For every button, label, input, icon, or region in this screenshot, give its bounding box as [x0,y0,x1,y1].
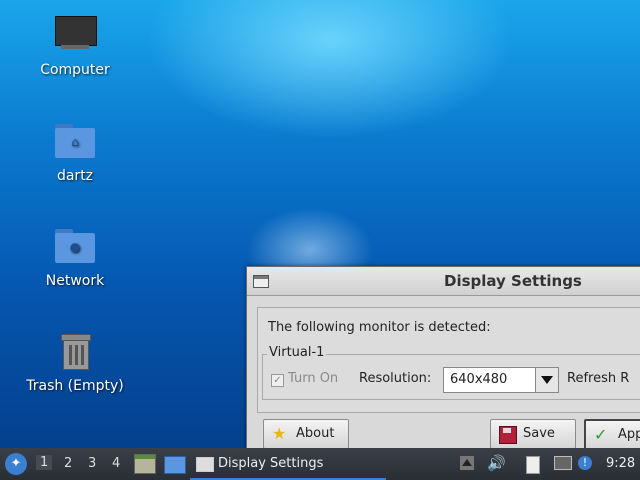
save-label: Save [523,426,555,441]
dialog-button-row: ★ About Save ✓ App [247,419,640,451]
resolution-select[interactable]: 640x480 [443,367,559,393]
monitor-name: Virtual-1 [267,345,327,360]
desktop-icon-label: Computer [40,62,110,78]
workspace-3-button[interactable]: 3 [88,456,96,471]
checkmark-icon: ✓ [271,374,284,387]
eject-icon[interactable] [460,456,474,470]
monitor-icon [53,14,97,58]
dialog-title: Display Settings [444,272,582,290]
file-manager-launcher-icon[interactable] [134,454,156,474]
start-menu-icon[interactable]: ✦ [5,453,27,475]
desktop-icon-trash[interactable]: Trash (Empty) [25,330,125,394]
desktop-icon-computer[interactable]: Computer [25,14,125,78]
taskbar: ✦ 1 2 3 4 Display Settings 🔊 ! 9:28 [0,448,640,480]
monitor-group: Virtual-1 ✓ Turn On Resolution: 640x480 R… [262,345,640,400]
dialog-titlebar[interactable]: Display Settings [247,267,640,296]
save-button[interactable]: Save [490,419,576,449]
dropdown-button[interactable] [535,368,558,392]
check-icon: ✓ [594,425,608,444]
clipboard-icon[interactable] [526,456,540,474]
dialog-body: The following monitor is detected: Virtu… [257,307,640,413]
desktop-icon-home[interactable]: ⌂ dartz [25,120,125,184]
resolution-label: Resolution: [359,371,432,386]
network-icon[interactable] [554,456,572,470]
resolution-value: 640x480 [450,372,508,387]
network-folder-icon: ● [53,225,97,269]
apply-label: App [618,427,640,442]
desktop-icon-network[interactable]: ● Network [25,225,125,289]
turn-on-checkbox[interactable]: ✓ Turn On [271,371,338,387]
display-settings-dialog: Display Settings The following monitor i… [246,266,640,452]
desktop-icon-label: dartz [56,168,94,184]
trash-icon [53,330,97,374]
window-icon [196,457,214,472]
clock[interactable]: 9:28 [606,456,635,471]
desktop-icon-label: Trash (Empty) [26,378,124,394]
task-label: Display Settings [218,456,324,471]
desktop-icon-label: Network [45,273,105,289]
detected-text: The following monitor is detected: [268,320,491,335]
taskbar-item-display-settings[interactable]: Display Settings [190,450,386,480]
notification-icon[interactable]: ! [578,456,592,470]
refresh-rate-label: Refresh R [567,371,630,386]
window-icon [253,275,269,288]
floppy-disk-icon [499,426,517,444]
about-label: About [296,426,335,441]
volume-icon[interactable]: 🔊 [487,456,506,471]
show-desktop-icon[interactable] [164,456,186,474]
turn-on-label: Turn On [288,371,339,386]
workspace-2-button[interactable]: 2 [64,456,72,471]
apply-button[interactable]: ✓ App [584,419,640,451]
about-button[interactable]: ★ About [263,419,349,449]
workspace-4-button[interactable]: 4 [112,456,120,471]
home-folder-icon: ⌂ [53,120,97,164]
star-icon: ★ [272,424,287,443]
workspace-1-button[interactable]: 1 [36,455,53,470]
chevron-down-icon [541,376,553,384]
